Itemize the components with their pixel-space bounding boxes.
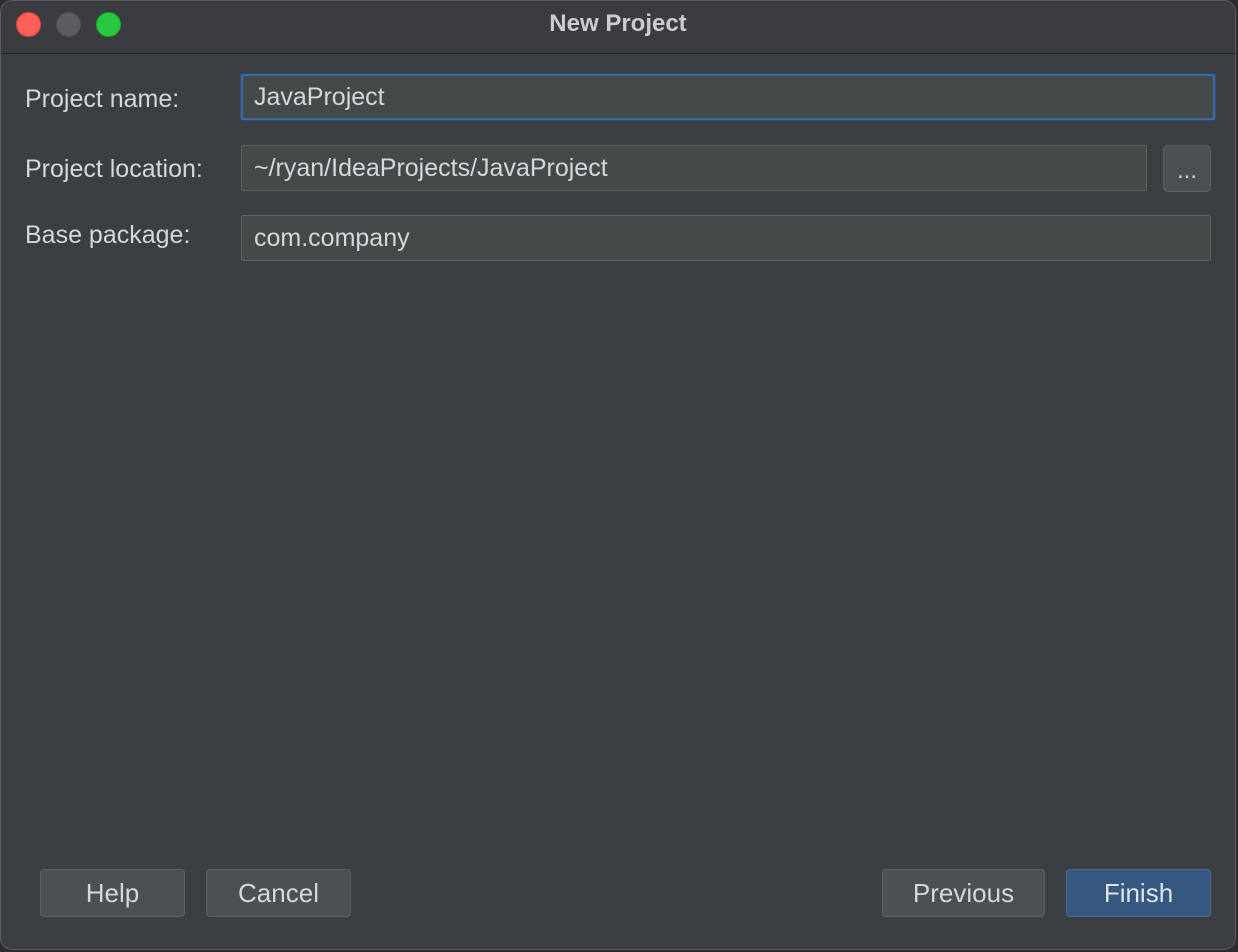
project-location-label: Project location: — [25, 155, 203, 183]
cancel-button[interactable]: Cancel — [206, 869, 351, 917]
new-project-dialog: New Project Project name: Project locati… — [0, 0, 1236, 950]
finish-button[interactable]: Finish — [1066, 869, 1211, 917]
project-name-label: Project name: — [25, 85, 180, 113]
previous-button[interactable]: Previous — [882, 869, 1045, 917]
project-name-input[interactable] — [241, 74, 1215, 120]
dialog-title: New Project — [549, 10, 687, 37]
title-bar[interactable]: New Project — [1, 1, 1235, 54]
project-location-input[interactable] — [241, 145, 1147, 191]
browse-location-button[interactable]: ... — [1163, 145, 1211, 192]
help-button[interactable]: Help — [40, 869, 185, 917]
base-package-label: Base package: — [25, 221, 191, 249]
base-package-input[interactable] — [241, 215, 1211, 261]
